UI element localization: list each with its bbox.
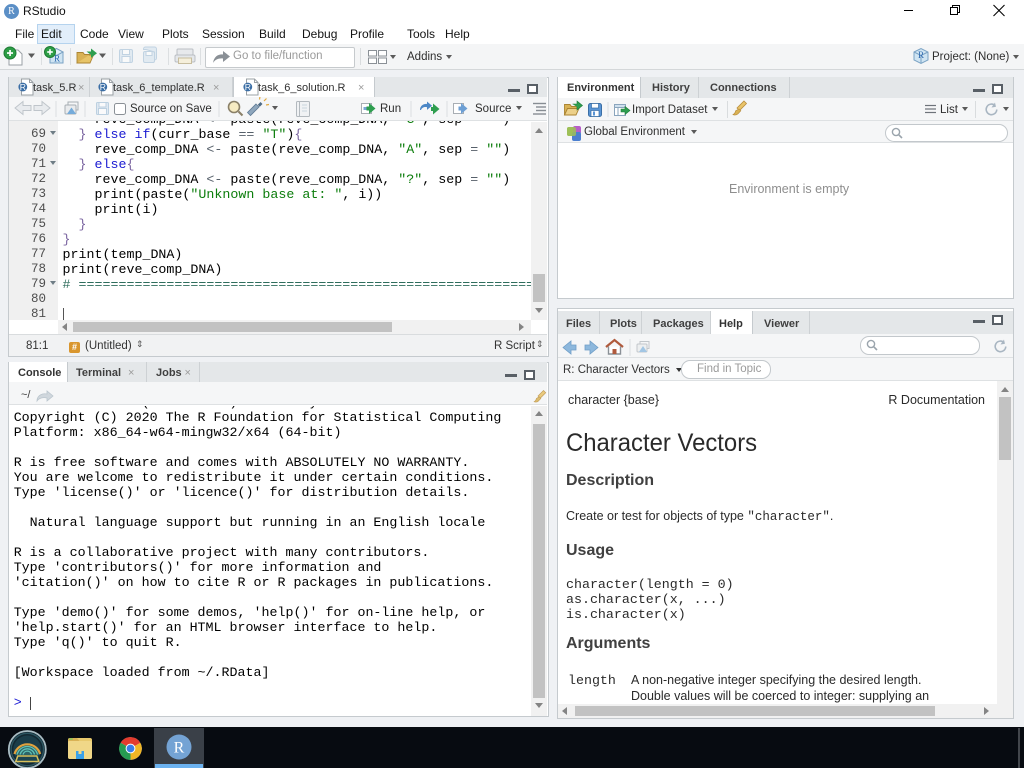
svg-text:R: R bbox=[20, 82, 26, 92]
svg-text:R: R bbox=[174, 740, 185, 757]
svg-text:R: R bbox=[918, 50, 924, 60]
